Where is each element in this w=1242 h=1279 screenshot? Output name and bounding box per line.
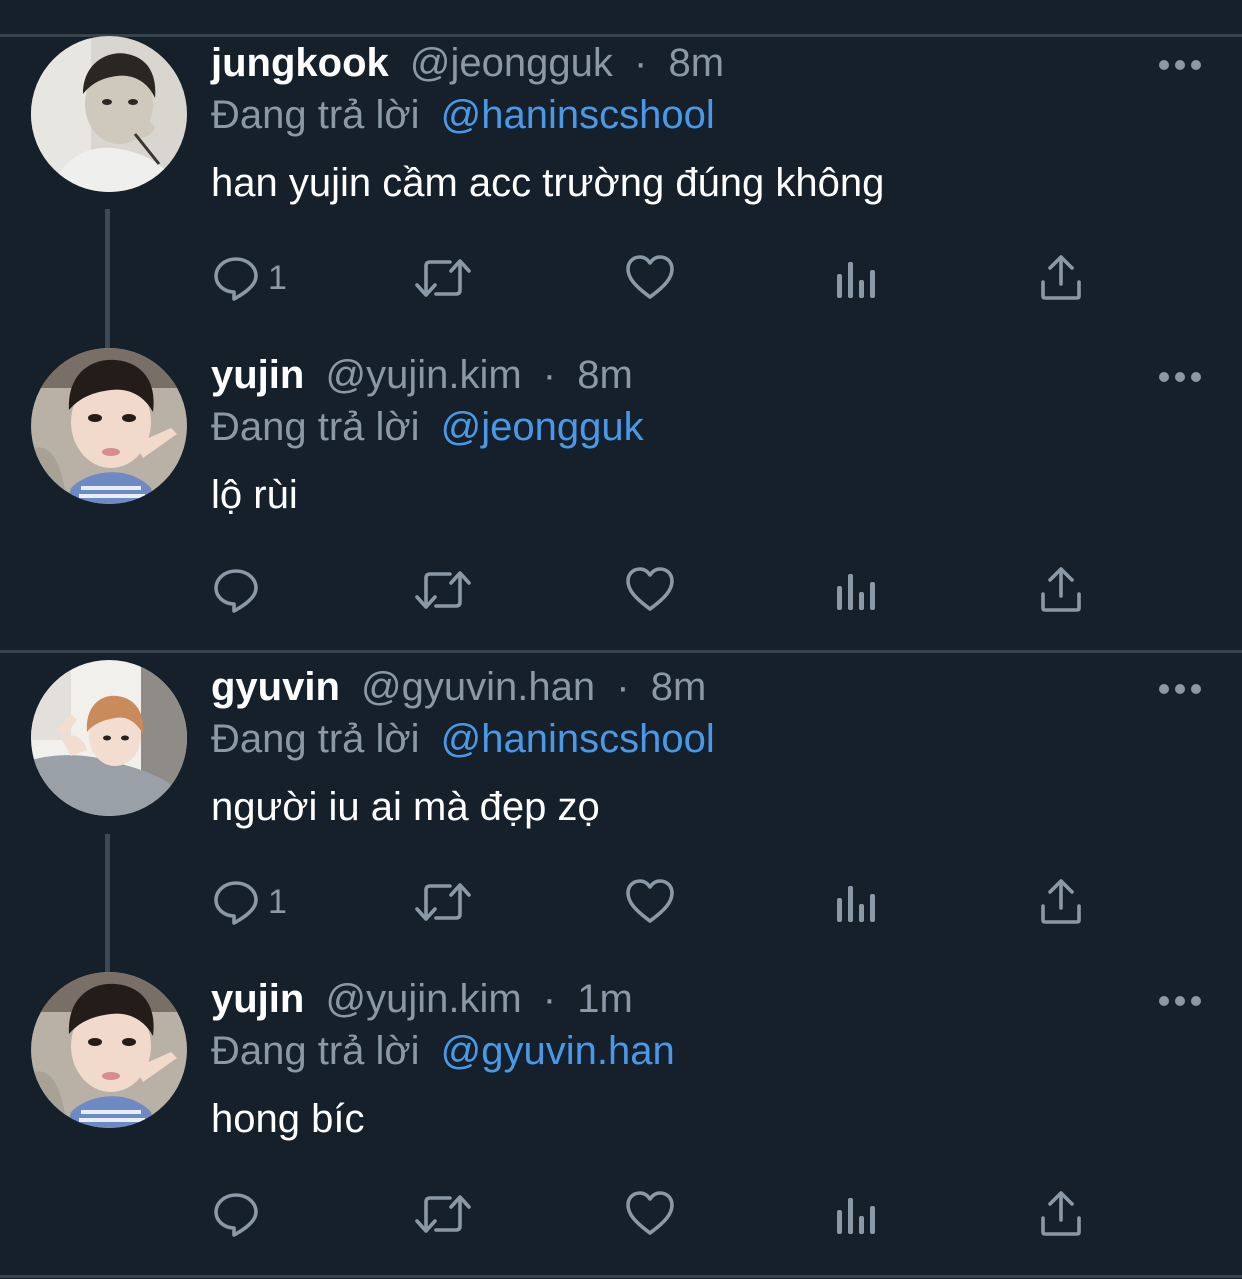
- separator-dot: ·: [542, 977, 557, 1021]
- display-name[interactable]: jungkook: [211, 41, 389, 85]
- like-button[interactable]: [625, 560, 675, 620]
- share-icon: [1041, 567, 1081, 612]
- mention-link[interactable]: @gyuvin.han: [441, 1029, 675, 1073]
- tweet-text: hong bíc: [211, 1097, 365, 1141]
- mention-link[interactable]: @haninscshool: [441, 93, 715, 137]
- like-button[interactable]: [625, 1184, 675, 1244]
- share-button[interactable]: [1039, 872, 1083, 932]
- share-button[interactable]: [1039, 560, 1083, 620]
- mention-link[interactable]: @haninscshool: [441, 717, 715, 761]
- views-icon: [837, 1198, 875, 1234]
- like-icon: [626, 1191, 674, 1235]
- reply-button[interactable]: 1: [212, 872, 287, 932]
- timestamp[interactable]: 8m: [577, 353, 633, 397]
- retweet-icon: [415, 259, 471, 297]
- tweet-text: han yujin cầm acc trường đúng không: [211, 161, 885, 205]
- separator-dot: ·: [616, 665, 630, 709]
- tweet-header: yujin @yujin.kim · 8m: [211, 350, 633, 400]
- replying-prefix: Đang trả lời: [211, 93, 420, 137]
- retweet-icon: [415, 1195, 471, 1233]
- views-icon: [837, 574, 875, 610]
- retweet-icon: [415, 571, 471, 609]
- display-name[interactable]: yujin: [211, 977, 304, 1021]
- retweet-button[interactable]: [414, 1184, 472, 1244]
- avatar-yujin[interactable]: [31, 348, 187, 504]
- reply-button[interactable]: [212, 1184, 268, 1244]
- views-button[interactable]: [834, 248, 878, 308]
- action-bar: [0, 1184, 1242, 1244]
- action-bar: [0, 560, 1242, 620]
- tweet-text: lộ rùi: [211, 473, 298, 517]
- display-name[interactable]: gyuvin: [211, 665, 340, 709]
- timestamp[interactable]: 8m: [668, 41, 724, 85]
- share-button[interactable]: [1039, 1184, 1083, 1244]
- reply-icon: [214, 569, 258, 613]
- reply-icon: [214, 881, 258, 925]
- replying-to: Đang trả lời @haninscshool: [211, 90, 715, 140]
- avatar-jungkook[interactable]: [31, 36, 187, 192]
- reply-button[interactable]: [212, 560, 268, 620]
- tweet-4[interactable]: yujin @yujin.kim · 1m Đang trả lời @gyuv…: [0, 954, 1242, 1266]
- share-icon: [1041, 1191, 1081, 1236]
- user-handle[interactable]: @jeongguk: [410, 41, 613, 85]
- reply-button[interactable]: 1: [212, 248, 287, 308]
- avatar-yujin[interactable]: [31, 972, 187, 1128]
- views-button[interactable]: [834, 560, 878, 620]
- tweet-header: yujin @yujin.kim · 1m: [211, 974, 633, 1024]
- reply-count: 1: [268, 882, 287, 921]
- timestamp[interactable]: 1m: [577, 977, 633, 1021]
- more-icon[interactable]: [1158, 370, 1202, 384]
- replying-to: Đang trả lời @jeongguk: [211, 402, 644, 452]
- like-icon: [626, 255, 674, 299]
- mention-link[interactable]: @jeongguk: [441, 405, 644, 449]
- user-handle[interactable]: @yujin.kim: [325, 977, 521, 1021]
- retweet-icon: [415, 883, 471, 921]
- retweet-button[interactable]: [414, 872, 472, 932]
- replying-prefix: Đang trả lời: [211, 717, 420, 761]
- replying-prefix: Đang trả lời: [211, 1029, 420, 1073]
- more-icon[interactable]: [1158, 994, 1202, 1008]
- replying-prefix: Đang trả lời: [211, 405, 420, 449]
- like-button[interactable]: [625, 872, 675, 932]
- tweet-2[interactable]: yujin @yujin.kim · 8m Đang trả lời @jeon…: [0, 330, 1242, 642]
- tweet-3[interactable]: gyuvin @gyuvin.han · 8m Đang trả lời @ha…: [0, 642, 1242, 954]
- more-icon[interactable]: [1158, 58, 1202, 72]
- share-icon: [1041, 255, 1081, 300]
- tweet-text: người iu ai mà đẹp zọ: [211, 785, 600, 829]
- user-handle[interactable]: @gyuvin.han: [361, 665, 595, 709]
- tweet-header: jungkook @jeongguk · 8m: [211, 38, 724, 88]
- tweet-1[interactable]: jungkook @jeongguk · 8m Đang trả lời @ha…: [0, 18, 1242, 330]
- retweet-button[interactable]: [414, 560, 472, 620]
- user-handle[interactable]: @yujin.kim: [325, 353, 521, 397]
- views-button[interactable]: [834, 872, 878, 932]
- more-icon[interactable]: [1158, 682, 1202, 696]
- timestamp[interactable]: 8m: [651, 665, 707, 709]
- action-bar: 1: [0, 248, 1242, 308]
- bottom-divider: [0, 1275, 1242, 1278]
- reply-icon: [214, 257, 258, 301]
- like-icon: [626, 879, 674, 923]
- views-icon: [837, 886, 875, 922]
- replying-to: Đang trả lời @haninscshool: [211, 714, 715, 764]
- share-icon: [1041, 879, 1081, 924]
- like-button[interactable]: [625, 248, 675, 308]
- reply-count: 1: [268, 258, 287, 297]
- retweet-button[interactable]: [414, 248, 472, 308]
- avatar-gyuvin[interactable]: [31, 660, 187, 816]
- separator-dot: ·: [542, 353, 557, 397]
- reply-icon: [214, 1193, 258, 1237]
- views-button[interactable]: [834, 1184, 878, 1244]
- action-bar: 1: [0, 872, 1242, 932]
- tweet-header: gyuvin @gyuvin.han · 8m: [211, 662, 706, 712]
- share-button[interactable]: [1039, 248, 1083, 308]
- replying-to: Đang trả lời @gyuvin.han: [211, 1026, 675, 1076]
- like-icon: [626, 567, 674, 611]
- separator-dot: ·: [634, 41, 648, 85]
- views-icon: [837, 262, 875, 298]
- display-name[interactable]: yujin: [211, 353, 304, 397]
